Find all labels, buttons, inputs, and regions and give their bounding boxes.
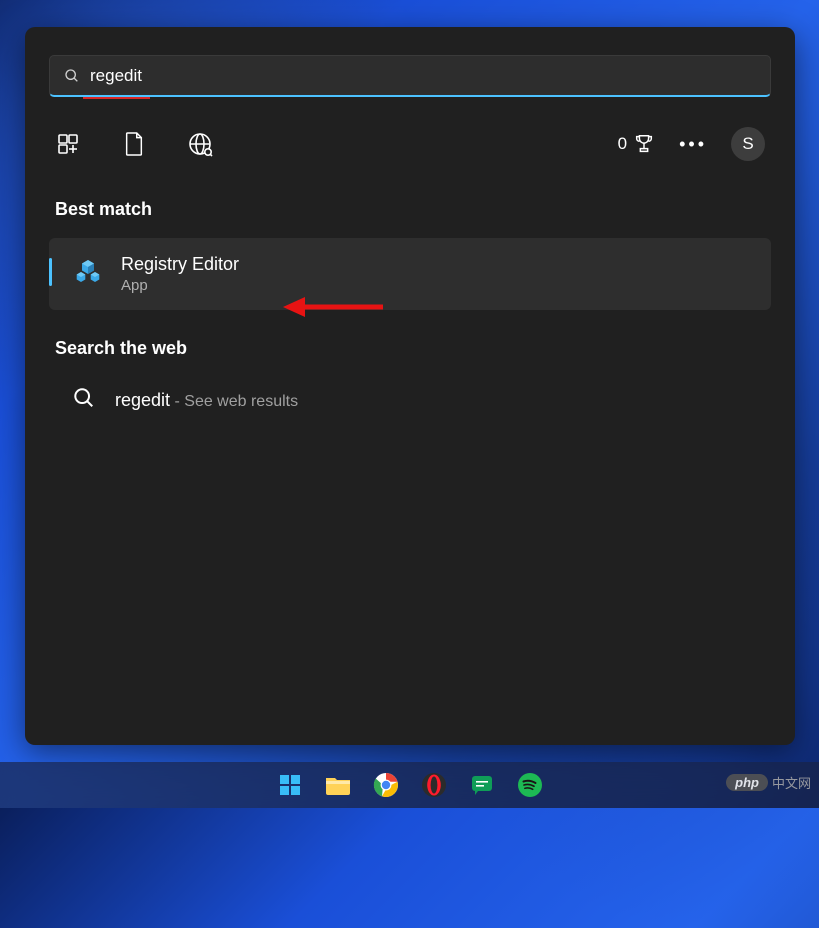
web-term: regedit [115,390,170,410]
best-match-heading: Best match [49,199,771,220]
rewards-points[interactable]: 0 [618,133,655,155]
search-icon [73,387,95,414]
search-input[interactable] [90,66,756,86]
web-suffix: - See web results [170,393,298,410]
filter-apps-icon[interactable] [55,131,81,157]
spotify-icon[interactable] [511,766,549,804]
rewards-icon [633,133,655,155]
result-subtitle: App [121,277,239,294]
search-icon [64,68,80,84]
user-avatar[interactable]: S [731,127,765,161]
rewards-count: 0 [618,134,627,154]
more-options-icon[interactable]: ••• [679,134,707,155]
web-search-result[interactable]: regedit - See web results [49,373,771,428]
result-registry-editor[interactable]: Registry Editor App [49,238,771,310]
watermark: php 中文网 [726,773,811,792]
registry-editor-icon [73,259,103,289]
filter-row: 0 ••• S [49,127,771,161]
chat-icon[interactable] [463,766,501,804]
result-title: Registry Editor [121,254,239,275]
chrome-icon[interactable] [367,766,405,804]
search-box[interactable] [49,55,771,97]
selection-indicator [49,258,52,286]
taskbar [0,762,819,808]
filter-documents-icon[interactable] [121,131,147,157]
search-web-heading: Search the web [49,338,771,359]
filter-web-icon[interactable] [187,131,213,157]
start-search-panel: 0 ••• S Best match Registry Editor App S… [25,27,795,745]
annotation-underline [83,97,150,99]
file-explorer-icon[interactable] [319,766,357,804]
start-button[interactable] [271,766,309,804]
opera-icon[interactable] [415,766,453,804]
